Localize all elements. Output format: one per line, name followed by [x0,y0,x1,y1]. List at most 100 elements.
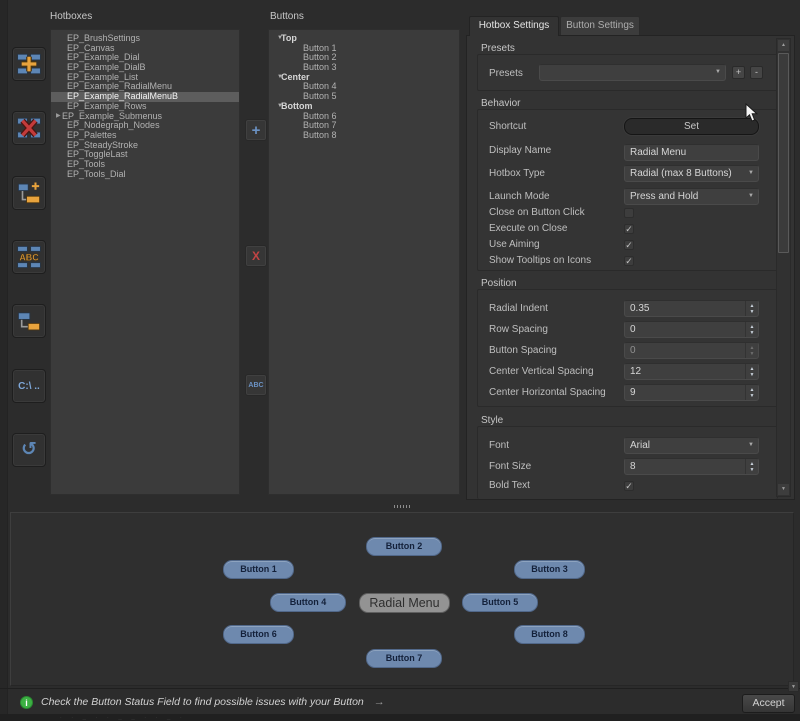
preview-button[interactable]: Button 3 [514,560,585,579]
preset-add-button[interactable]: + [732,66,745,79]
font-dropdown[interactable]: Arial▼ [624,437,759,454]
spin-down-icon[interactable]: ▼ [750,351,755,357]
spin-down-icon[interactable]: ▼ [750,372,755,378]
hotbox-type-dropdown[interactable]: Radial (max 8 Buttons)▼ [624,165,759,182]
show-tooltips-checkbox[interactable]: ✓ [624,256,634,266]
file-path-icon: C:\ .. [18,381,40,392]
close-on-click-label: Close on Button Click [489,207,585,219]
add-hotbox-button[interactable] [12,47,46,81]
font-size-spinner[interactable]: ▲▼ [624,458,759,475]
presets-dropdown[interactable]: ▼ [539,64,726,81]
scrollbar-thumb[interactable] [778,53,789,253]
shortcut-set-button[interactable]: Set [624,118,759,135]
shortcut-label: Shortcut [489,118,526,135]
delete-hotbox-button[interactable] [12,111,46,145]
chevron-down-icon: ▼ [748,438,754,453]
delete-hotbox-icon [16,115,42,141]
font-label: Font [489,437,509,454]
tree-item[interactable]: Button 2 [269,53,459,63]
row-spacing-spinner[interactable]: ▲▼ [624,321,759,338]
buttons-tree[interactable]: ▼Top Button 1 Button 2 Button 3 ▼Center … [268,29,460,495]
preview-button[interactable]: Button 1 [223,560,294,579]
scroll-up-icon[interactable]: ▲ [778,40,789,51]
new-submenu-hotbox-button[interactable] [12,176,46,210]
preview-button[interactable]: Button 2 [366,537,442,556]
spin-down-icon[interactable]: ▼ [750,330,755,336]
bold-text-checkbox[interactable]: ✓ [624,481,634,491]
mouse-cursor [745,103,759,128]
chevron-down-icon: ▼ [715,65,721,80]
delete-button-button[interactable]: X [245,245,267,267]
spin-down-icon[interactable]: ▼ [750,393,755,399]
collapse-arrow-icon[interactable]: ▼ [269,102,281,112]
hotbox-list-item[interactable]: EP_Tools_Dial [51,170,239,180]
hotbox-editor-window: ABC C:\ .. ↺ Hotboxes EP_BrushSettings E… [0,0,800,721]
reset-icon: ↺ [21,439,37,461]
rename-hotbox-icon: ABC [16,244,42,270]
arrow-right-icon: → [374,696,385,708]
file-path-button[interactable]: C:\ .. [12,369,46,403]
tree-item[interactable]: Button 1 [269,44,459,54]
splitter-handle[interactable] [394,505,411,508]
font-size-label: Font Size [489,458,531,475]
organize-hotbox-button[interactable] [12,304,46,338]
divider [0,688,800,689]
svg-text:ABC: ABC [19,252,39,262]
close-on-click-checkbox[interactable] [624,208,634,218]
delete-x-icon: X [252,249,260,263]
preview-panel: Button 2 Button 1 Button 3 Button 4 Radi… [10,512,794,686]
chevron-down-icon: ▼ [748,189,754,204]
preview-button[interactable]: Button 7 [366,649,442,668]
spin-down-icon[interactable]: ▼ [750,309,755,315]
center-vertical-spacing-spinner[interactable]: ▲▼ [624,363,759,380]
rename-hotbox-button[interactable]: ABC [12,240,46,274]
tree-item[interactable]: Button 7 [269,121,459,131]
position-group: Radial Indent ▲▼ Row Spacing ▲▼ Button S… [477,289,778,407]
radial-indent-spinner[interactable]: ▲▼ [624,300,759,317]
settings-scrollbar[interactable]: ▲ ▼ [776,38,791,497]
center-horizontal-spacing-spinner[interactable]: ▲▼ [624,384,759,401]
tree-item[interactable]: Button 6 [269,112,459,122]
tree-item[interactable]: Button 8 [269,131,459,141]
scroll-down-icon[interactable]: ▼ [778,484,789,495]
status-bar: i Check the Button Status Field to find … [0,690,800,714]
tab-hotbox-settings[interactable]: Hotbox Settings [469,16,559,36]
add-button-button[interactable]: + [245,119,267,141]
button-spacing-spinner[interactable]: ▲▼ [624,342,759,359]
preview-button[interactable]: Button 4 [270,593,346,612]
info-icon: i [20,696,33,709]
collapse-arrow-icon[interactable]: ▼ [269,34,281,44]
collapse-arrow-icon[interactable]: ▼ [269,73,281,83]
launch-mode-dropdown[interactable]: Press and Hold▼ [624,188,759,205]
expand-arrow-icon[interactable]: ▶ [51,112,61,122]
preset-remove-button[interactable]: - [750,66,763,79]
rename-button-button[interactable]: ABC [245,374,267,396]
execute-on-close-checkbox[interactable]: ✓ [624,224,634,234]
hotbox-type-label: Hotbox Type [489,165,545,182]
launch-mode-label: Launch Mode [489,188,550,205]
accept-button[interactable]: Accept [742,694,795,713]
preview-button[interactable]: Button 8 [514,625,585,644]
presets-group: Presets ▼ + - [477,54,778,91]
tree-group-center[interactable]: ▼Center [269,73,459,83]
hotboxes-list[interactable]: EP_BrushSettings EP_Canvas EP_Example_Di… [50,29,240,495]
button-spacing-label: Button Spacing [489,342,557,359]
display-name-field[interactable] [624,144,759,161]
new-submenu-hotbox-icon [16,180,42,206]
tab-button-settings[interactable]: Button Settings [560,16,640,36]
use-aiming-checkbox[interactable]: ✓ [624,240,634,250]
preview-button[interactable]: Button 5 [462,593,538,612]
tree-group-top[interactable]: ▼Top [269,34,459,44]
status-message: Check the Button Status Field to find po… [41,696,364,708]
abc-icon: ABC [248,382,263,389]
preview-button[interactable]: Button 6 [223,625,294,644]
tree-group-bottom[interactable]: ▼Bottom [269,102,459,112]
add-hotbox-icon [16,51,42,77]
tree-item[interactable]: Button 4 [269,82,459,92]
center-horizontal-spacing-label: Center Horizontal Spacing [489,384,606,401]
show-tooltips-label: Show Tooltips on Icons [489,255,591,267]
spin-down-icon[interactable]: ▼ [750,467,755,473]
style-group: Font Arial▼ Font Size ▲▼ Bold Text ✓ [477,426,778,499]
left-edge-strip [0,0,8,721]
reset-button[interactable]: ↺ [12,433,46,467]
